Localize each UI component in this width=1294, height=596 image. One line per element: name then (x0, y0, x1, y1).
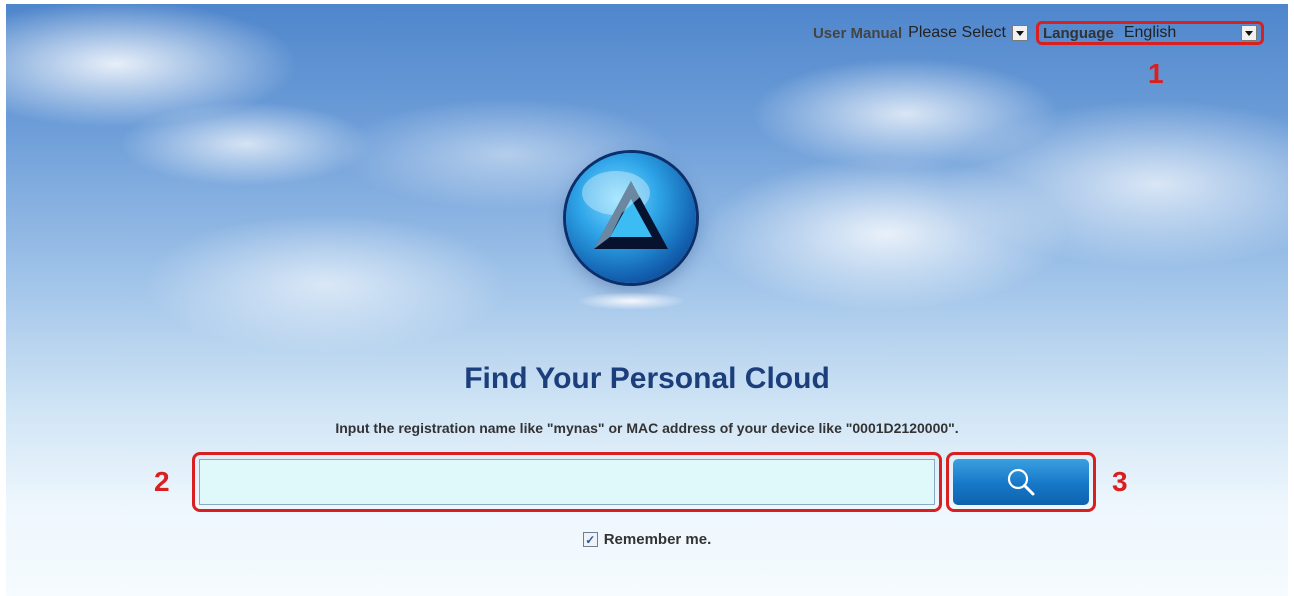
callout-number-2: 2 (154, 466, 170, 497)
user-manual-label: User Manual (812, 24, 903, 42)
remember-me-label[interactable]: Remember me. (604, 531, 712, 548)
remember-me-row: ✓ Remember me. (0, 531, 1294, 548)
callout-number-3: 3 (1112, 466, 1128, 497)
logo-reflection (576, 292, 686, 310)
search-hint: Input the registration name like "mynas"… (335, 420, 959, 436)
app-logo-icon (566, 153, 696, 283)
manual-select-value[interactable]: Please Select (908, 24, 1006, 42)
callout-number-1: 1 (1148, 58, 1164, 89)
top-bar: User Manual Please Select Language Engli… (813, 20, 1264, 46)
language-label: Language (1043, 24, 1114, 42)
language-dropdown-icon[interactable] (1241, 25, 1257, 41)
language-selector[interactable]: Language English (1036, 21, 1264, 45)
search-button[interactable] (953, 459, 1089, 505)
remember-me-checkbox[interactable]: ✓ (582, 532, 598, 547)
search-icon (1007, 468, 1035, 496)
language-value[interactable]: English (1124, 24, 1241, 42)
manual-dropdown-icon[interactable] (1012, 25, 1028, 41)
search-field-highlight (192, 452, 942, 512)
page-title: Find Your Personal Cloud (464, 362, 830, 395)
search-button-highlight (946, 452, 1096, 512)
search-input[interactable] (199, 459, 935, 505)
